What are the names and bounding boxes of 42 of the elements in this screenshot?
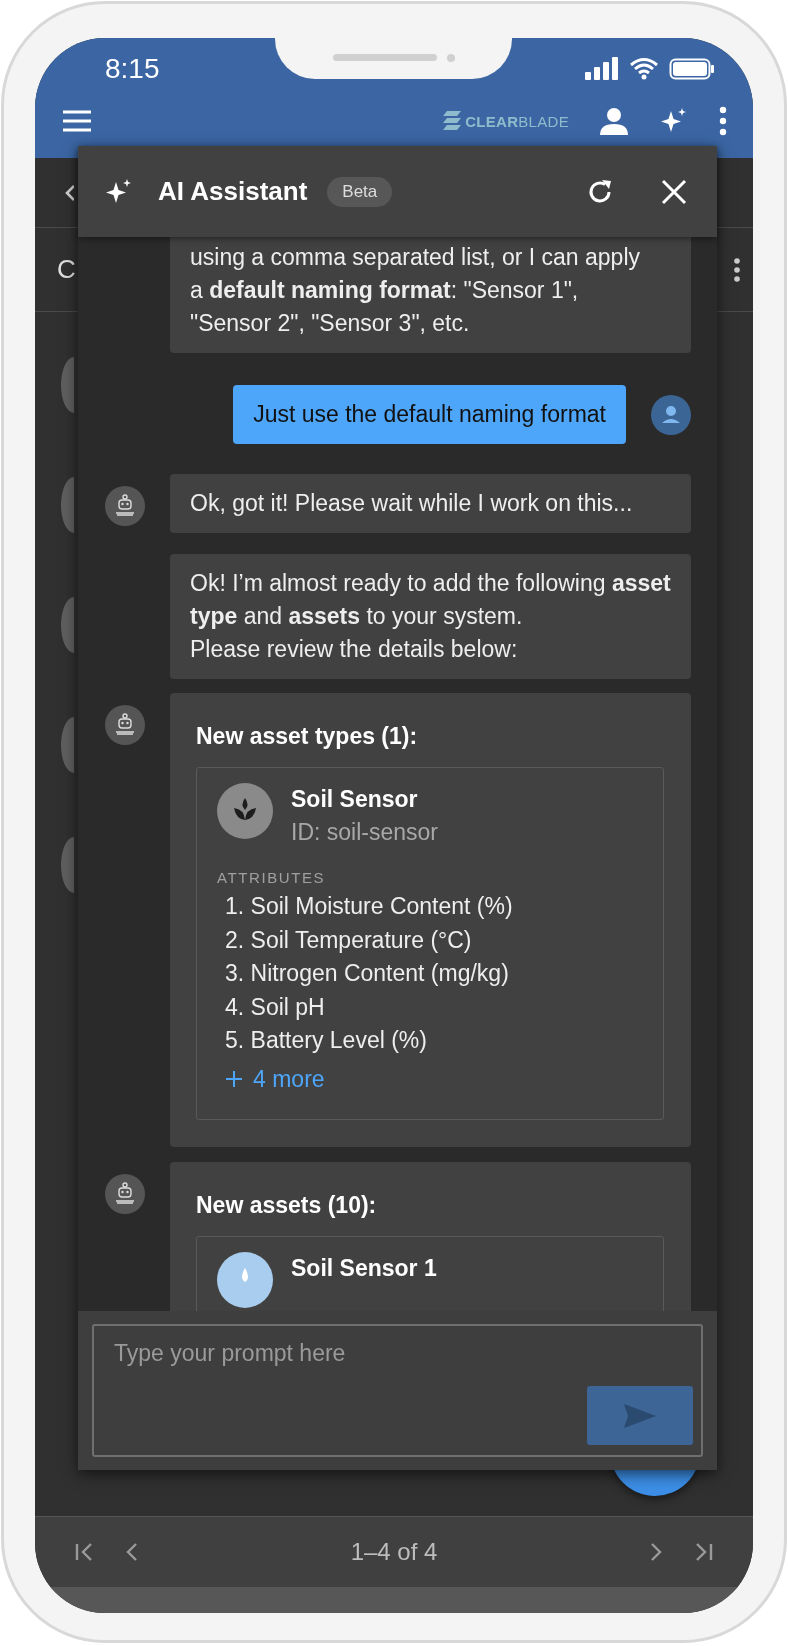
card-heading: New asset types (1): [196, 722, 419, 751]
logo: CLEARBLADE [441, 109, 569, 133]
user-message: Just use the default naming format [233, 385, 626, 444]
status-time: 8:15 [105, 53, 160, 85]
avatar-icon [61, 717, 74, 773]
drop-icon [217, 1251, 273, 1308]
prompt-field[interactable]: Type your prompt here [92, 1324, 703, 1457]
card-heading: New assets (10): [196, 1190, 378, 1220]
avatar-icon [61, 357, 74, 413]
back-icon[interactable] [65, 182, 74, 203]
camera-dot [446, 53, 455, 62]
attribute-item: 2. Soil Temperature (°C) [225, 925, 473, 955]
plus-icon [225, 1070, 243, 1088]
asset-type-name: Soil Sensor [291, 785, 419, 814]
assistant-message: using a comma separated list, or I can apply a default naming format: "Sensor 1", "Sensor 2", "Sensor 3", etc. [170, 237, 691, 353]
close-icon[interactable] [661, 178, 687, 205]
user-icon[interactable] [599, 106, 629, 136]
battery-icon [669, 57, 715, 81]
more-icon[interactable] [719, 106, 727, 136]
send-icon [622, 1401, 658, 1430]
asset-type-id: ID: soil-sensor [291, 818, 438, 847]
asset-name: Soil Sensor 1 [291, 1253, 437, 1283]
avatar-icon [61, 837, 74, 893]
show-more-link[interactable]: 4 more [225, 1065, 325, 1093]
attributes-label: ATTRIBUTES [217, 869, 327, 886]
beta-badge: Beta [327, 176, 393, 207]
avatar-icon [61, 597, 74, 653]
attribute-item: 4. Soil pH [225, 992, 326, 1022]
assistant-message: Ok, got it! Please wait while I work on this... [170, 474, 691, 533]
sprout-icon [217, 783, 273, 839]
wifi-icon [629, 57, 659, 81]
panel-title: AI Assistant [158, 176, 308, 207]
attribute-item: 3. Nitrogen Content (mg/kg) [225, 959, 510, 988]
avatar-icon [61, 477, 74, 533]
page-range: 1–4 of 4 [349, 1538, 439, 1566]
more-icon[interactable] [733, 256, 741, 283]
page-title: C [57, 254, 76, 285]
attribute-item: 1. Soil Moisture Content (%) [225, 892, 514, 921]
menu-icon[interactable] [61, 109, 93, 133]
attribute-item: 5. Battery Level (%) [225, 1026, 428, 1055]
signal-icon [585, 57, 619, 81]
assistant-message: Ok! I’m almost ready to add the following asset type and assets to your system. Please review the details below: [170, 554, 691, 679]
